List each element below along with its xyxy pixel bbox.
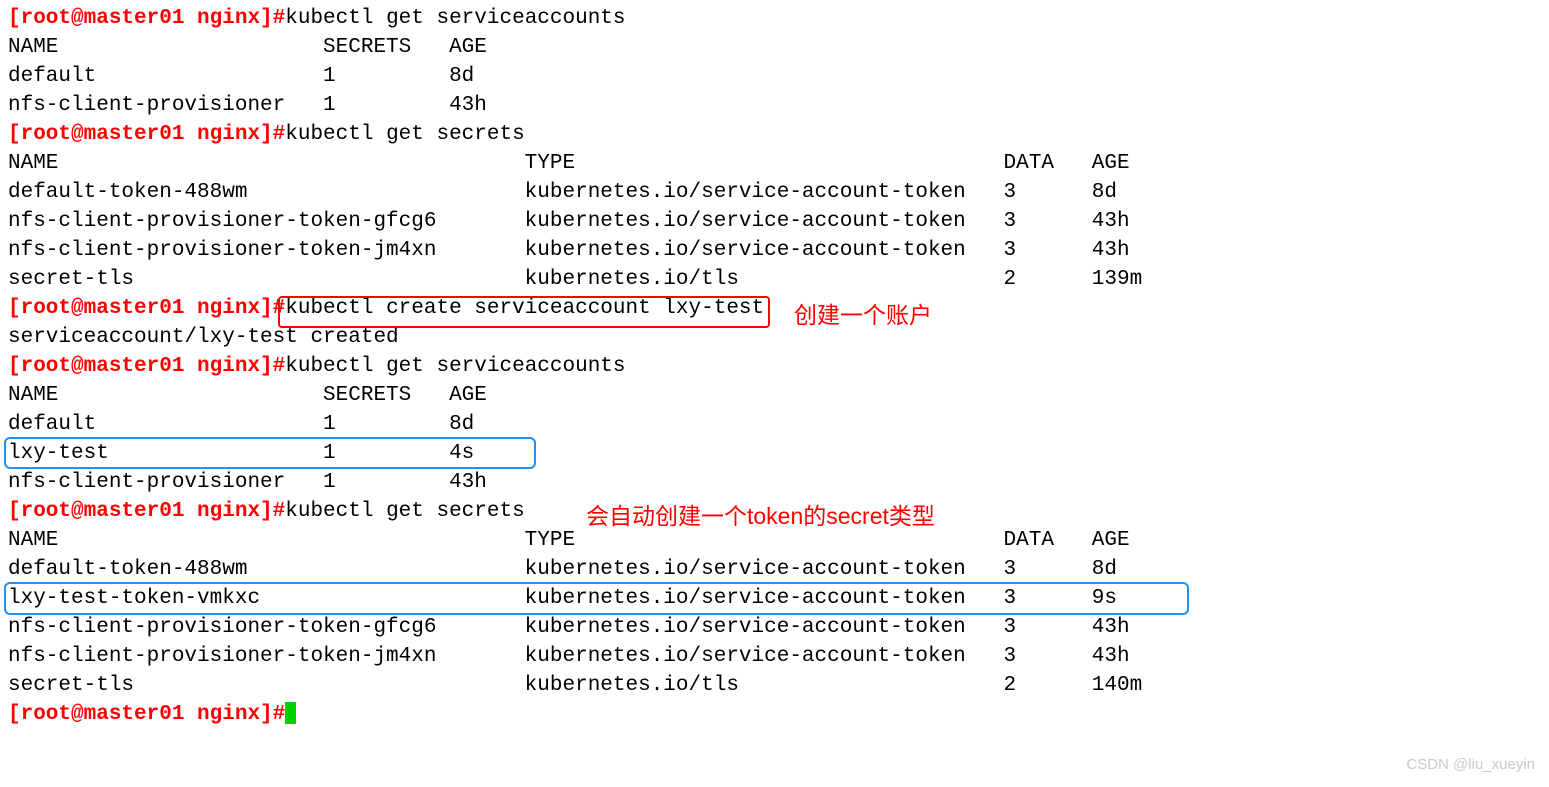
command-text: kubectl get serviceaccounts	[285, 7, 625, 30]
shell-prompt: [root@master01 nginx]#	[8, 123, 285, 146]
output-row: nfs-client-provisioner-token-jm4xn kuber…	[8, 642, 1541, 671]
output-row: nfs-client-provisioner-token-gfcg6 kuber…	[8, 207, 1541, 236]
command-text: kubectl get secrets	[285, 123, 524, 146]
command-text: kubectl get secrets	[285, 500, 524, 523]
output-row: secret-tls kubernetes.io/tls 2 140m	[8, 671, 1541, 700]
highlight-box-blue	[4, 582, 1189, 615]
highlight-box-blue	[4, 437, 536, 469]
output-row: secret-tls kubernetes.io/tls 2 139m	[8, 265, 1541, 294]
annotation-create-account: 创建一个账户	[794, 301, 932, 330]
output-header: NAME TYPE DATA AGE	[8, 149, 1541, 178]
cursor-icon	[285, 702, 296, 724]
shell-prompt: [root@master01 nginx]#	[8, 297, 285, 320]
output-row: nfs-client-provisioner-token-gfcg6 kuber…	[8, 613, 1541, 642]
terminal-line: [root@master01 nginx]#kubectl create ser…	[8, 294, 1541, 323]
watermark: CSDN @liu_xueyin	[1406, 750, 1535, 779]
shell-prompt: [root@master01 nginx]#	[8, 703, 285, 726]
output-row: default 1 8d	[8, 410, 1541, 439]
terminal-line: [root@master01 nginx]#kubectl get servic…	[8, 4, 1541, 33]
output-row: nfs-client-provisioner 1 43h	[8, 468, 1541, 497]
output-header: NAME SECRETS AGE	[8, 381, 1541, 410]
shell-prompt: [root@master01 nginx]#	[8, 500, 285, 523]
shell-prompt: [root@master01 nginx]#	[8, 355, 285, 378]
output-row: nfs-client-provisioner-token-jm4xn kuber…	[8, 236, 1541, 265]
terminal-line[interactable]: [root@master01 nginx]#	[8, 700, 1541, 729]
terminal-line: [root@master01 nginx]#kubectl get secret…	[8, 120, 1541, 149]
highlight-box-red	[278, 296, 770, 328]
output-row: default-token-488wm kubernetes.io/servic…	[8, 555, 1541, 584]
output-row: default-token-488wm kubernetes.io/servic…	[8, 178, 1541, 207]
output-row: default 1 8d	[8, 62, 1541, 91]
shell-prompt: [root@master01 nginx]#	[8, 7, 285, 30]
terminal-line: [root@master01 nginx]#kubectl get servic…	[8, 352, 1541, 381]
output-row: nfs-client-provisioner 1 43h	[8, 91, 1541, 120]
command-text: kubectl get serviceaccounts	[285, 355, 625, 378]
output-header: NAME SECRETS AGE	[8, 33, 1541, 62]
output-row: serviceaccount/lxy-test created	[8, 323, 1541, 352]
annotation-auto-token: 会自动创建一个token的secret类型	[586, 502, 935, 531]
